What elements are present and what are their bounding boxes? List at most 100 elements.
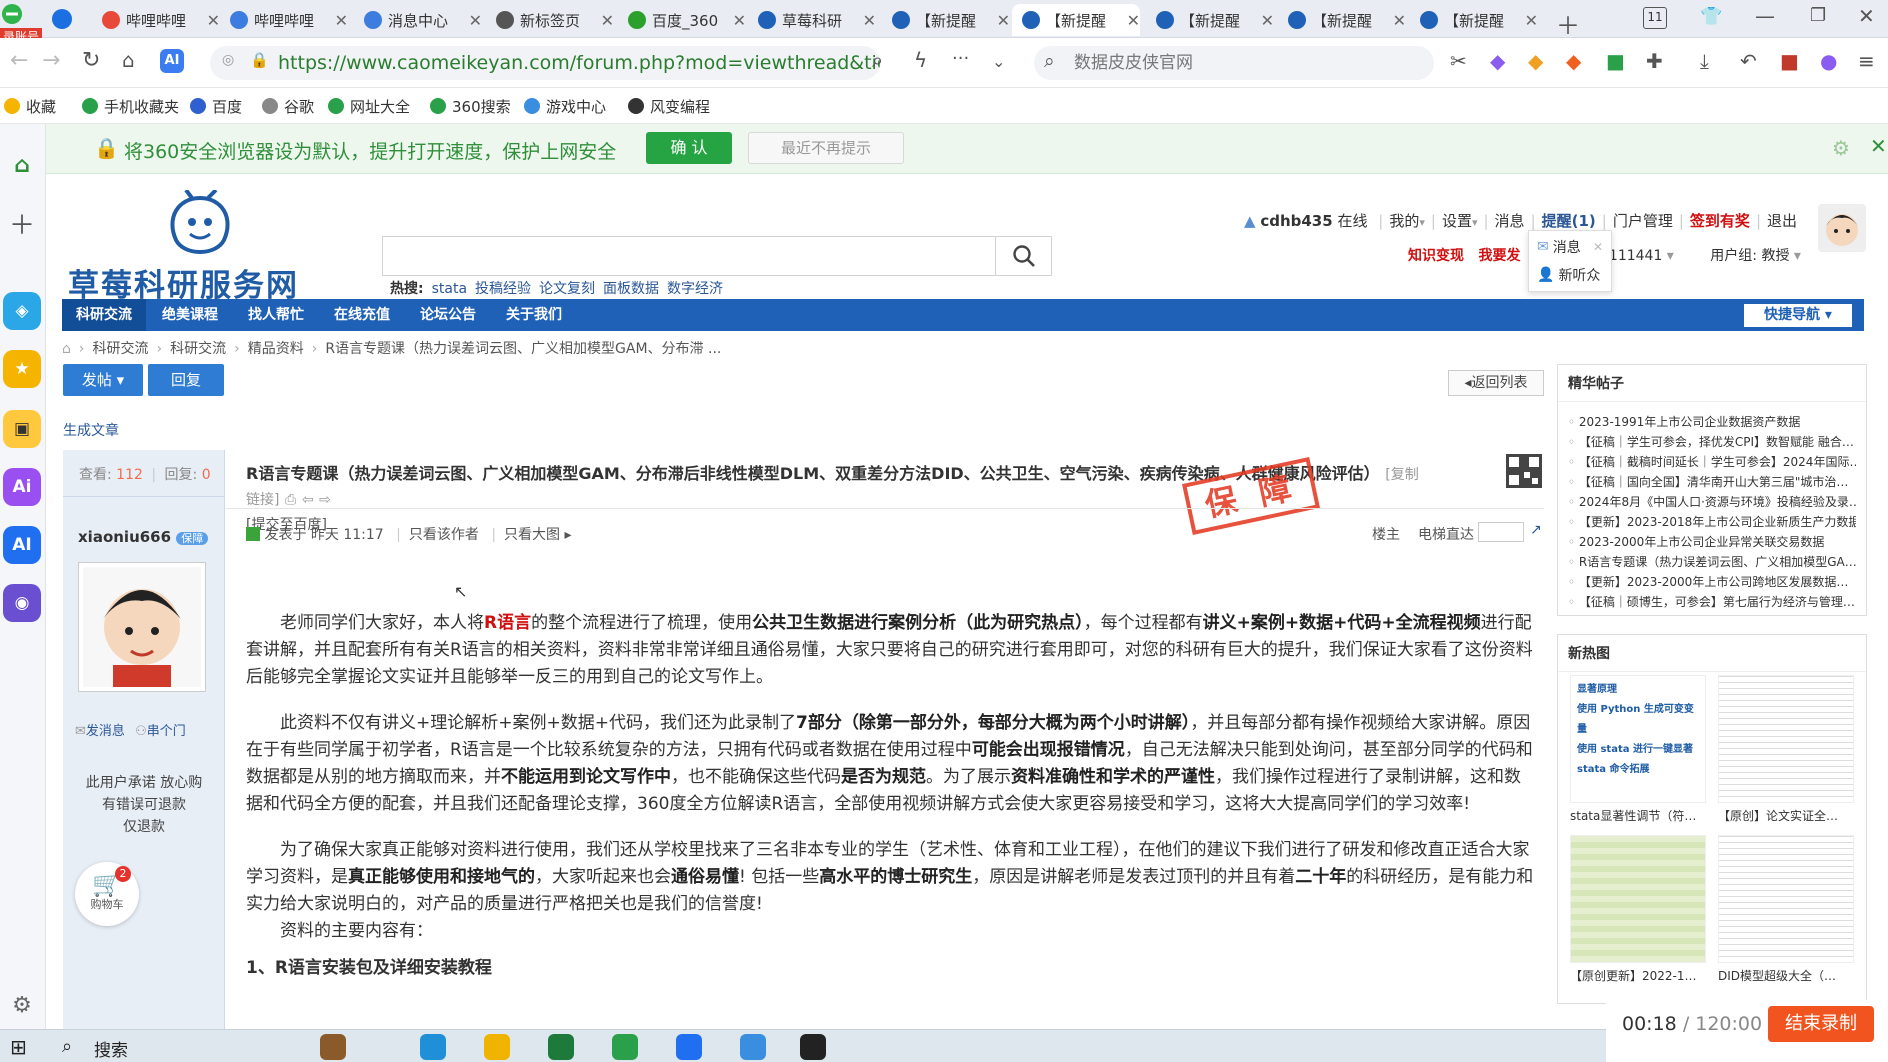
puzzle-icon[interactable]: ✚ xyxy=(1646,49,1663,73)
nav-item[interactable]: 关于我们 xyxy=(492,299,576,331)
menu-icon[interactable]: ≡ xyxy=(1858,49,1875,73)
publish-link[interactable]: 我要发 xyxy=(1478,248,1520,264)
bot-icon[interactable]: ◉ xyxy=(3,584,41,622)
popup-message-link[interactable]: 消息 xyxy=(1553,237,1581,257)
only-big-image-link[interactable]: 只看大图 xyxy=(504,527,560,543)
next-icon[interactable]: ⇨ xyxy=(319,492,331,508)
tab-1[interactable]: 哔哩哔哩 ✕ xyxy=(92,4,220,36)
featured-post-link[interactable]: 【征稿｜学生可参会，择优发CPI】数智赋能 融合… xyxy=(1568,432,1856,452)
hot-image-item[interactable]: DID模型超级大全（… xyxy=(1718,835,1854,984)
only-author-link[interactable]: 只看该作者 xyxy=(409,527,479,543)
breadcrumb-item[interactable]: 科研交流 xyxy=(170,341,226,357)
restore-icon[interactable]: ❐ xyxy=(1810,5,1826,26)
featured-post-link[interactable]: 2023-2000年上市公司企业异常关联交易数据 xyxy=(1568,532,1856,552)
close-tab-icon[interactable]: ✕ xyxy=(335,11,348,30)
shield-icon[interactable]: ◎ xyxy=(222,52,234,68)
featured-post-link[interactable]: 2024年8月《中国人口·资源与环境》投稿经验及录… xyxy=(1568,492,1856,512)
ext-purple-icon[interactable]: ◆ xyxy=(1490,49,1505,73)
close-tab-icon[interactable]: ✕ xyxy=(863,11,876,30)
bookmark-item[interactable]: 百度 xyxy=(190,96,242,117)
visit-link[interactable]: 串个门 xyxy=(147,724,186,739)
scissors-icon[interactable]: ✂ xyxy=(1450,49,1467,73)
shopping-cart-button[interactable]: 🛒 购物车 2 xyxy=(75,862,139,926)
tab-9[interactable]: 【新提醒 ✕ xyxy=(1146,4,1274,36)
nav-item[interactable]: 科研交流 xyxy=(62,299,146,331)
close-tab-icon[interactable]: ✕ xyxy=(997,11,1010,30)
undo-icon[interactable]: ↶ xyxy=(1740,49,1757,73)
tab-7[interactable]: 【新提醒 ✕ xyxy=(882,4,1010,36)
home-sidebar-icon[interactable]: ⌂ xyxy=(3,146,41,184)
featured-post-link[interactable]: 2023-1991年上市公司企业数据资产数据 xyxy=(1568,412,1856,432)
close-tab-icon[interactable]: ✕ xyxy=(469,11,482,30)
gear-icon[interactable]: ⚙ xyxy=(1832,136,1850,160)
360-browser-app-icon[interactable] xyxy=(612,1034,638,1060)
floor-jump-input[interactable] xyxy=(1478,522,1524,542)
close-tab-icon[interactable]: ✕ xyxy=(601,11,614,30)
app-icon-1[interactable]: ◈ xyxy=(3,292,41,330)
coconut-app-icon[interactable] xyxy=(320,1034,346,1060)
ai-icon[interactable]: AI xyxy=(160,49,184,73)
bookmark-tab-icon[interactable] xyxy=(52,9,72,29)
bookmark-item[interactable]: 收藏 xyxy=(4,96,56,117)
shirt-icon[interactable]: 👕 xyxy=(1700,6,1722,27)
bookmark-item[interactable]: 游戏中心 xyxy=(524,96,606,117)
close-window-icon[interactable]: ✕ xyxy=(1858,4,1875,28)
tab-2[interactable]: 哔哩哔哩 ✕ xyxy=(220,4,348,36)
url-input[interactable]: https://www.caomeikeyan.com/forum.php?mo… xyxy=(210,46,880,80)
quick-nav-button[interactable]: 快捷导航 ▾ xyxy=(1744,304,1852,327)
new-tab-button[interactable]: ＋ xyxy=(1556,6,1580,41)
360-search-app-icon[interactable] xyxy=(676,1034,702,1060)
ai-icon-2[interactable]: AI xyxy=(3,526,41,564)
home-icon[interactable]: ⌂ xyxy=(122,48,135,72)
user-link[interactable]: 我的 xyxy=(1389,212,1419,230)
folder-app-icon[interactable] xyxy=(484,1034,510,1060)
dont-remind-button[interactable]: 最近不再提示 xyxy=(748,132,904,164)
user-link[interactable]: 提醒(1) xyxy=(1542,212,1596,230)
taskbar-search-input[interactable]: 搜索 xyxy=(94,1036,128,1061)
user-link[interactable]: 退出 xyxy=(1767,212,1797,230)
bookmark-item[interactable]: 谷歌 xyxy=(262,96,314,117)
nav-item[interactable]: 找人帮忙 xyxy=(234,299,318,331)
prev-icon[interactable]: ⇦ xyxy=(302,492,314,508)
breadcrumb-item[interactable]: R语言专题课（热力误差词云图、广义相加模型GAM、分布滞 ... xyxy=(325,341,721,357)
close-tab-icon[interactable]: ✕ xyxy=(1127,11,1140,30)
knowledge-link[interactable]: 知识变现 xyxy=(1408,248,1464,264)
toolbox-icon[interactable]: ■ xyxy=(1780,49,1799,73)
edge-app-icon[interactable] xyxy=(420,1034,446,1060)
forward-icon[interactable]: → xyxy=(42,48,60,73)
zoom-icon[interactable]: ⌕ xyxy=(872,48,883,72)
nav-item[interactable]: 论坛公告 xyxy=(406,299,490,331)
author-name[interactable]: xiaoniu666 保障 xyxy=(78,528,209,546)
hot-image-item[interactable]: 【原创】论文实证全… xyxy=(1718,675,1854,824)
bookmark-item[interactable]: 手机收藏夹 xyxy=(82,96,179,117)
featured-post-link[interactable]: R语言专题课（热力误差词云图、广义相加模型GA… xyxy=(1568,552,1856,572)
site-search-input[interactable] xyxy=(382,236,1052,276)
featured-post-link[interactable]: 【更新】2023-2018年上市公司企业新质生产力数据 xyxy=(1568,512,1856,532)
close-tab-icon[interactable]: ✕ xyxy=(1393,11,1406,30)
tab-5[interactable]: 百度_360 ✕ xyxy=(618,4,746,36)
minimize-icon[interactable]: — xyxy=(1755,4,1775,28)
send-message-link[interactable]: 发消息 xyxy=(86,724,125,739)
cloud-app-icon[interactable] xyxy=(740,1034,766,1060)
chevron-down-icon[interactable]: ⌄ xyxy=(992,52,1005,71)
qq-app-icon[interactable] xyxy=(800,1034,826,1060)
featured-post-link[interactable]: 【更新】2023-2000年上市公司跨地区发展数据… xyxy=(1568,572,1856,592)
home-breadcrumb-icon[interactable]: ⌂ xyxy=(62,341,71,357)
tab-counter[interactable]: 11 xyxy=(1643,7,1667,29)
game-icon[interactable]: ▣ xyxy=(3,410,41,448)
close-tab-icon[interactable]: ✕ xyxy=(733,11,746,30)
close-notice-icon[interactable]: ✕ xyxy=(1870,134,1887,158)
featured-post-link[interactable]: 【征稿｜截稿时间延长｜学生可参会】2024年国际… xyxy=(1568,452,1856,472)
reload-icon[interactable]: ↻ xyxy=(82,48,100,73)
points-value[interactable]: 111441 xyxy=(1609,248,1662,264)
excel-app-icon[interactable] xyxy=(548,1034,574,1060)
hot-word[interactable]: 论文复刻 xyxy=(539,281,595,297)
windows-start-icon[interactable]: ⊞ xyxy=(10,1035,27,1059)
user-group[interactable]: 用户组: 教授 xyxy=(1710,248,1789,264)
taskbar-search-icon[interactable]: ⌕ xyxy=(62,1036,72,1057)
web-search-input[interactable]: 数据皮皮侠官网 xyxy=(1034,46,1434,80)
popup-listener-link[interactable]: 新听众 xyxy=(1558,265,1600,285)
ext-fox-icon[interactable]: ◆ xyxy=(1566,49,1581,73)
close-tab-icon[interactable]: ✕ xyxy=(207,11,220,30)
breadcrumb-item[interactable]: 科研交流 xyxy=(93,341,149,357)
